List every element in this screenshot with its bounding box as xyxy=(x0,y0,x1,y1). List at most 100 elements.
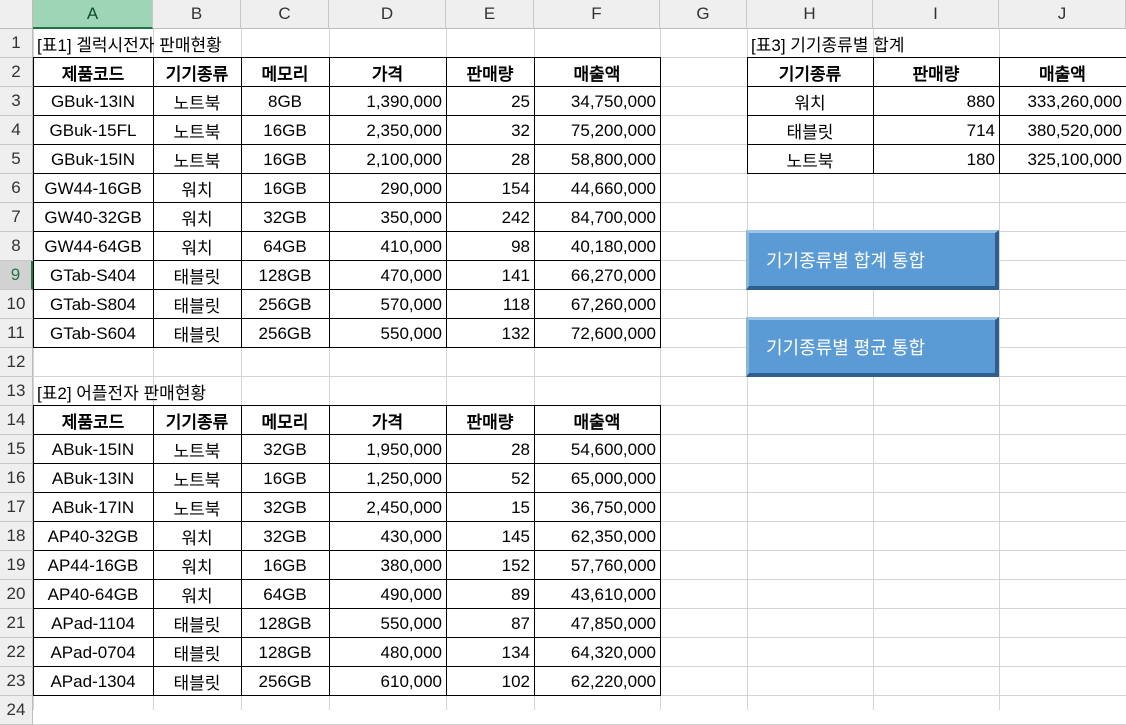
row-header-10[interactable]: 10 xyxy=(0,290,33,319)
column-header-e[interactable]: E xyxy=(446,0,534,29)
table-data-cell[interactable]: 134 xyxy=(446,638,534,667)
table-header-cell[interactable]: 기기종류 xyxy=(153,406,241,435)
column-header-g[interactable]: G xyxy=(660,0,747,29)
table-data-cell[interactable]: 290,000 xyxy=(329,174,446,203)
table-data-cell[interactable]: 62,220,000 xyxy=(534,667,660,696)
table-data-cell[interactable]: 워치 xyxy=(153,522,241,551)
table-header-cell[interactable]: 판매량 xyxy=(446,58,534,87)
table-data-cell[interactable]: 16GB xyxy=(241,174,329,203)
table-data-cell[interactable]: 64,320,000 xyxy=(534,638,660,667)
table-data-cell[interactable]: APad-1304 xyxy=(33,667,153,696)
table-data-cell[interactable]: GTab-S404 xyxy=(33,261,153,290)
table-data-cell[interactable]: 워치 xyxy=(153,203,241,232)
table-data-cell[interactable]: 47,850,000 xyxy=(534,609,660,638)
table-data-cell[interactable]: 34,750,000 xyxy=(534,87,660,116)
row-header-1[interactable]: 1 xyxy=(0,29,33,58)
table-data-cell[interactable]: 8GB xyxy=(241,87,329,116)
row-header-7[interactable]: 7 xyxy=(0,203,33,232)
row-header-16[interactable]: 16 xyxy=(0,464,33,493)
row-header-21[interactable]: 21 xyxy=(0,609,33,638)
table-data-cell[interactable]: 325,100,000 xyxy=(999,145,1126,174)
table-data-cell[interactable]: AP44-16GB xyxy=(33,551,153,580)
table-data-cell[interactable]: 워치 xyxy=(153,580,241,609)
table-data-cell[interactable]: ABuk-13IN xyxy=(33,464,153,493)
table-data-cell[interactable]: 28 xyxy=(446,145,534,174)
table-data-cell[interactable]: 워치 xyxy=(153,551,241,580)
table-header-cell[interactable]: 가격 xyxy=(329,58,446,87)
table-data-cell[interactable]: 32 xyxy=(446,116,534,145)
table-header-cell[interactable]: 메모리 xyxy=(241,58,329,87)
table-data-cell[interactable]: GTab-S604 xyxy=(33,319,153,348)
table-data-cell[interactable]: 128GB xyxy=(241,638,329,667)
table-data-cell[interactable]: 242 xyxy=(446,203,534,232)
table-data-cell[interactable]: 1,950,000 xyxy=(329,435,446,464)
table-header-cell[interactable]: 기기종류 xyxy=(747,58,873,87)
table-data-cell[interactable]: 256GB xyxy=(241,319,329,348)
row-header-20[interactable]: 20 xyxy=(0,580,33,609)
table-data-cell[interactable]: 410,000 xyxy=(329,232,446,261)
table-data-cell[interactable]: 1,250,000 xyxy=(329,464,446,493)
table-data-cell[interactable]: 610,000 xyxy=(329,667,446,696)
table-data-cell[interactable]: 72,600,000 xyxy=(534,319,660,348)
table-data-cell[interactable]: 노트북 xyxy=(153,435,241,464)
column-header-a[interactable]: A xyxy=(33,0,153,29)
row-header-11[interactable]: 11 xyxy=(0,319,33,348)
table-data-cell[interactable]: 2,100,000 xyxy=(329,145,446,174)
table-data-cell[interactable]: 180 xyxy=(873,145,999,174)
column-header-b[interactable]: B xyxy=(153,0,241,29)
table-data-cell[interactable]: 550,000 xyxy=(329,319,446,348)
table-data-cell[interactable]: GW44-64GB xyxy=(33,232,153,261)
table-data-cell[interactable]: 152 xyxy=(446,551,534,580)
table-data-cell[interactable]: 128GB xyxy=(241,609,329,638)
table-data-cell[interactable]: 32GB xyxy=(241,435,329,464)
row-header-5[interactable]: 5 xyxy=(0,145,33,174)
row-header-13[interactable]: 13 xyxy=(0,377,33,406)
table-data-cell[interactable]: 40,180,000 xyxy=(534,232,660,261)
row-header-8[interactable]: 8 xyxy=(0,232,33,261)
select-all-corner[interactable] xyxy=(0,0,33,29)
table-data-cell[interactable]: 380,000 xyxy=(329,551,446,580)
table-data-cell[interactable]: AP40-32GB xyxy=(33,522,153,551)
table-data-cell[interactable]: GTab-S804 xyxy=(33,290,153,319)
table-header-cell[interactable]: 메모리 xyxy=(241,406,329,435)
column-header-h[interactable]: H xyxy=(747,0,873,29)
table-data-cell[interactable]: 380,520,000 xyxy=(999,116,1126,145)
table-data-cell[interactable]: 1,390,000 xyxy=(329,87,446,116)
row-header-12[interactable]: 12 xyxy=(0,348,33,377)
table-header-cell[interactable]: 판매량 xyxy=(446,406,534,435)
table-data-cell[interactable]: 154 xyxy=(446,174,534,203)
table-data-cell[interactable]: 54,600,000 xyxy=(534,435,660,464)
consolidate-sum-button[interactable]: 기기종류별 합계 통합 xyxy=(746,230,999,290)
row-header-18[interactable]: 18 xyxy=(0,522,33,551)
table-data-cell[interactable]: 노트북 xyxy=(153,145,241,174)
table-title[interactable]: [표3] 기기종류별 합계 xyxy=(747,29,904,58)
table-data-cell[interactable]: 84,700,000 xyxy=(534,203,660,232)
table-data-cell[interactable]: 2,350,000 xyxy=(329,116,446,145)
table-data-cell[interactable]: GW44-16GB xyxy=(33,174,153,203)
table-data-cell[interactable]: 714 xyxy=(873,116,999,145)
table-data-cell[interactable]: 128GB xyxy=(241,261,329,290)
table-title[interactable]: [표2] 어플전자 판매현황 xyxy=(33,377,206,406)
table-data-cell[interactable]: 75,200,000 xyxy=(534,116,660,145)
table-data-cell[interactable]: 워치 xyxy=(747,87,873,116)
table-data-cell[interactable]: 16GB xyxy=(241,464,329,493)
column-header-d[interactable]: D xyxy=(329,0,446,29)
table-header-cell[interactable]: 매출액 xyxy=(999,58,1126,87)
table-data-cell[interactable]: ABuk-17IN xyxy=(33,493,153,522)
table-header-cell[interactable]: 제품코드 xyxy=(33,406,153,435)
column-header-i[interactable]: I xyxy=(873,0,999,29)
row-header-17[interactable]: 17 xyxy=(0,493,33,522)
table-data-cell[interactable]: 노트북 xyxy=(153,493,241,522)
table-data-cell[interactable]: 15 xyxy=(446,493,534,522)
table-header-cell[interactable]: 가격 xyxy=(329,406,446,435)
table-data-cell[interactable]: 태블릿 xyxy=(153,319,241,348)
table-data-cell[interactable]: 워치 xyxy=(153,174,241,203)
table-data-cell[interactable]: 36,750,000 xyxy=(534,493,660,522)
table-data-cell[interactable]: 132 xyxy=(446,319,534,348)
row-header-4[interactable]: 4 xyxy=(0,116,33,145)
table-data-cell[interactable]: 태블릿 xyxy=(153,261,241,290)
consolidate-average-button[interactable]: 기기종류별 평균 통합 xyxy=(746,317,999,377)
table-data-cell[interactable]: AP40-64GB xyxy=(33,580,153,609)
table-data-cell[interactable]: 141 xyxy=(446,261,534,290)
table-data-cell[interactable]: 64GB xyxy=(241,232,329,261)
